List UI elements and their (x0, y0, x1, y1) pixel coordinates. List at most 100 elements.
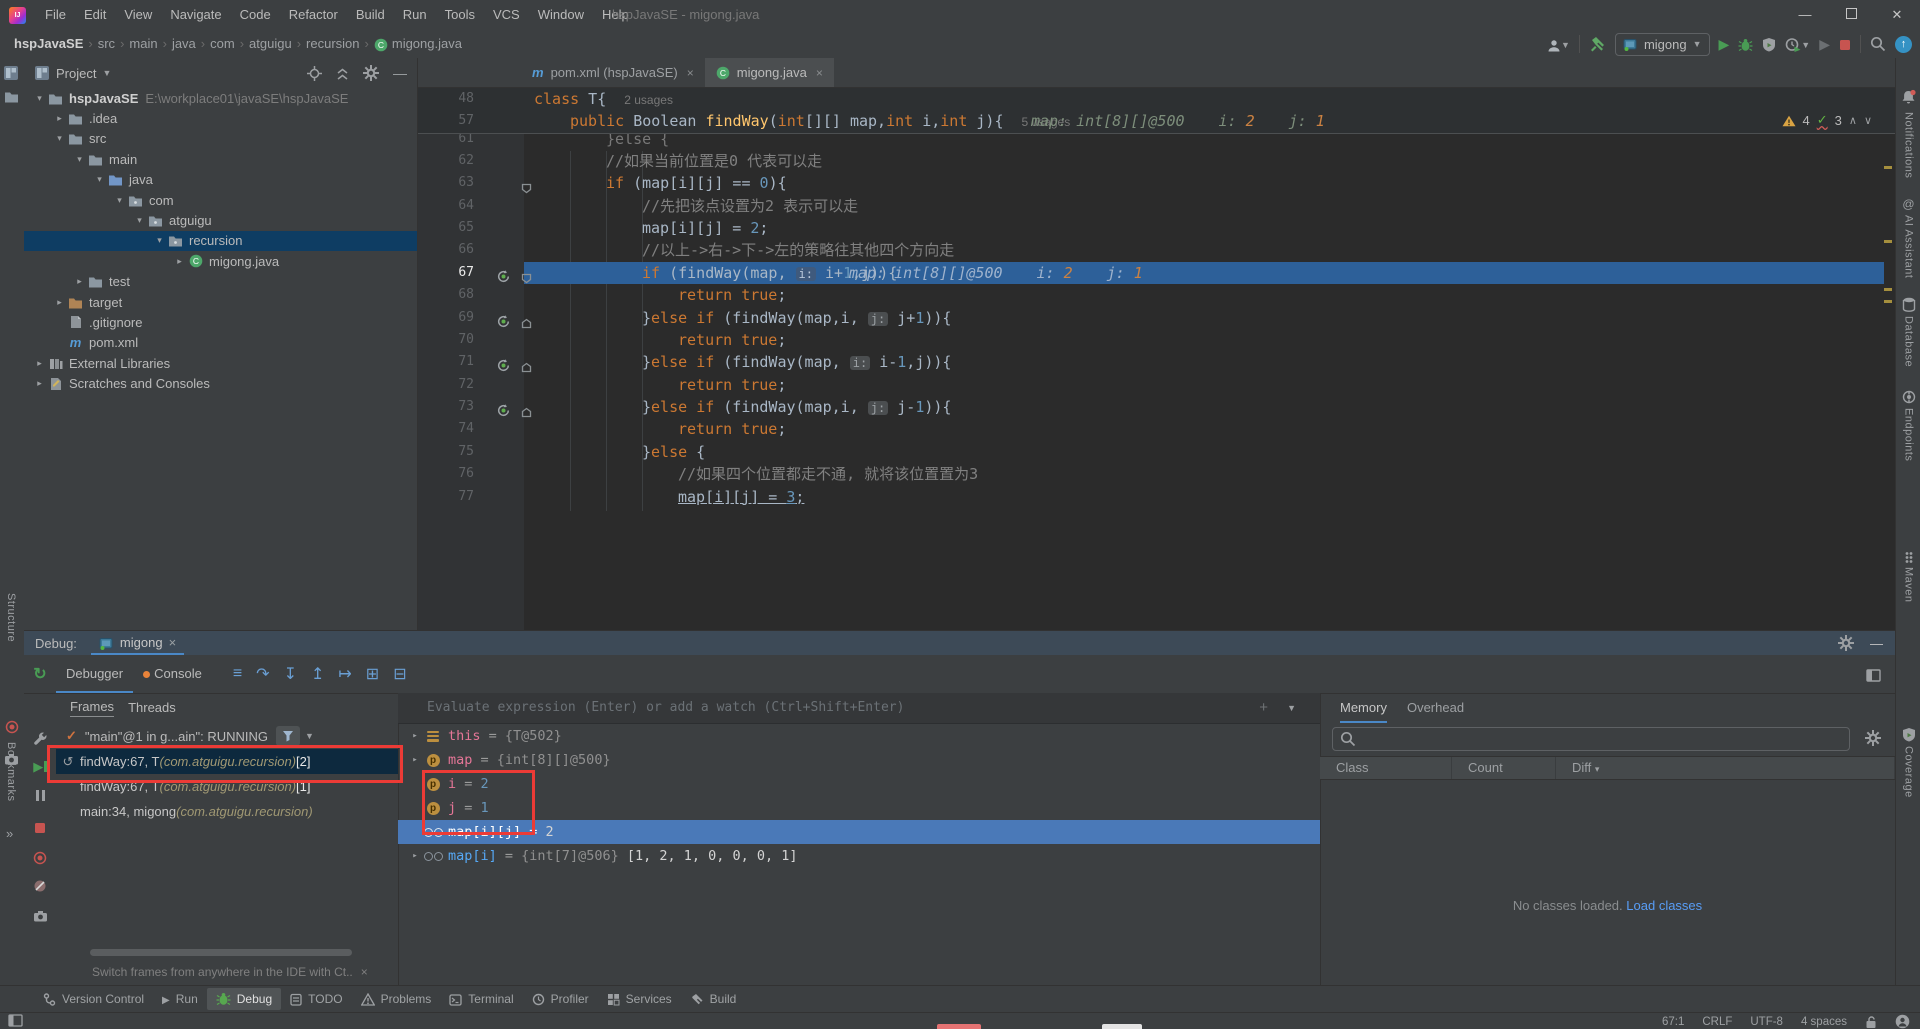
close-icon[interactable]: × (687, 66, 694, 80)
line-number[interactable]: 70 (418, 329, 474, 351)
line-number[interactable]: 68 (418, 284, 474, 306)
thread-selector[interactable]: ✓"main"@1 in g...ain": RUNNING▼ (56, 723, 398, 749)
code-line-77[interactable]: 77map[i][j] = 3; (418, 486, 1896, 508)
layout-menu-icon[interactable]: ≡ (226, 665, 249, 683)
debug-tab-debugger[interactable]: Debugger (56, 655, 133, 693)
chevron-right-icon[interactable]: ▸ (32, 378, 47, 389)
chevron-down-icon[interactable]: ▾ (152, 235, 167, 246)
user-circle-icon[interactable] (1895, 1014, 1910, 1029)
breadcrumb-item[interactable]: com (210, 36, 235, 51)
tree-item-pom-xml[interactable]: mpom.xml (24, 333, 417, 353)
camera-stripe-icon[interactable] (4, 750, 19, 765)
chevron-down-icon[interactable]: ▾ (112, 195, 127, 206)
chevron-right-icon[interactable]: ▸ (52, 297, 67, 308)
breadcrumb-item[interactable]: hspJavaSE (14, 36, 83, 51)
coverage-button[interactable] (1762, 36, 1776, 52)
variable-j[interactable]: pj = 1 (398, 796, 1320, 820)
code-line-57[interactable]: 57public Boolean findWay(int[][] map,int… (418, 110, 1896, 132)
toolwindow-todo[interactable]: TODO (281, 988, 351, 1010)
line-number[interactable]: 77 (418, 486, 474, 508)
menu-edit[interactable]: Edit (75, 0, 115, 30)
code-line-72[interactable]: 72return true; (418, 374, 1896, 396)
line-number[interactable]: 64 (418, 195, 474, 217)
line-number[interactable]: 72 (418, 374, 474, 396)
breadcrumb-item[interactable]: main (129, 36, 157, 51)
folder-stripe-icon[interactable] (4, 88, 19, 103)
stripe-structure[interactable]: Structure (5, 593, 17, 642)
toolwindow-build[interactable]: Build (681, 988, 746, 1010)
chevron-right-icon[interactable]: ▸ (172, 256, 187, 267)
filter-funnel-icon[interactable] (276, 726, 300, 746)
stripe-notifications[interactable]: Notifications (1903, 112, 1915, 178)
usages-hint[interactable]: 2 usages (606, 93, 673, 107)
chevron-down-icon[interactable]: ▾ (132, 215, 147, 226)
layout-settings-icon[interactable] (1866, 666, 1881, 681)
gear-icon[interactable] (1865, 729, 1881, 746)
thread-label[interactable]: "main"@1 in g...ain": RUNNING (85, 729, 268, 744)
maven-dots-icon[interactable] (1904, 548, 1914, 563)
tree-item-scratches-and-consoles[interactable]: ▸Scratches and Consoles (24, 373, 417, 393)
mute-breakpoints-icon[interactable] (24, 877, 56, 893)
build-hammer-icon[interactable] (1589, 36, 1606, 53)
step-over-icon[interactable]: ↷ (249, 664, 276, 684)
variable-map[interactable]: ▸pmap = {int[8][]@500} (398, 748, 1320, 772)
stack-frame[interactable]: ↺findWay:67, T (com.atguigu.recursion) [… (56, 749, 398, 774)
code-line-67[interactable]: 67if (findWay(map, i: i+1,j)){map: int[8… (418, 262, 1896, 284)
view-as-table-icon[interactable]: ⊞ (359, 664, 386, 684)
code-line-71[interactable]: 71}else if (findWay(map, i: i-1,j)){ (418, 351, 1896, 373)
tree-item--gitignore[interactable]: .gitignore (24, 312, 417, 332)
breadcrumb-item[interactable]: recursion (306, 36, 359, 51)
settings-wrench-icon[interactable] (24, 731, 56, 747)
close-icon[interactable]: × (169, 635, 177, 650)
endpoints-icon[interactable] (1902, 388, 1916, 404)
stripe-maven[interactable]: Maven (1903, 567, 1915, 603)
close-button[interactable]: ✕ (1874, 0, 1920, 30)
code-line-73[interactable]: 73}else if (findWay(map,i, j: j-1)){ (418, 396, 1896, 418)
toolwindow-terminal[interactable]: Terminal (440, 988, 522, 1010)
toolwindow-toggle-icon[interactable] (8, 1014, 23, 1027)
chevron-right-icon[interactable]: ▸ (52, 113, 67, 124)
code-line-61[interactable]: 61}else { (418, 134, 1896, 150)
table-settings-icon[interactable]: ⊟ (386, 664, 413, 684)
tree-item-atguigu[interactable]: ▾atguigu (24, 210, 417, 230)
breadcrumb-item[interactable]: java (172, 36, 196, 51)
code-line-68[interactable]: 68return true; (418, 284, 1896, 306)
gear-icon[interactable] (363, 65, 379, 82)
code-line-75[interactable]: 75}else { (418, 441, 1896, 463)
next-issue-icon[interactable]: ∨ (1864, 114, 1872, 127)
menu-run[interactable]: Run (394, 0, 436, 30)
menu-build[interactable]: Build (347, 0, 394, 30)
run-button[interactable]: ▶ (1719, 36, 1730, 53)
line-number[interactable]: 65 (418, 217, 474, 239)
variable-this[interactable]: ▸this = {T@502} (398, 724, 1320, 748)
chevron-down-icon[interactable]: ▾ (32, 93, 47, 104)
menu-refactor[interactable]: Refactor (280, 0, 347, 30)
debug-stripe-icon[interactable] (5, 718, 19, 734)
gear-icon[interactable] (1838, 635, 1854, 652)
line-number[interactable]: 75 (418, 441, 474, 463)
variable-map-i-j-[interactable]: map[i][j] = 2 (398, 820, 1320, 844)
coverage-icon[interactable] (1902, 726, 1916, 742)
stripe-ai-assistant[interactable]: AI Assistant (1903, 215, 1915, 278)
inspections-widget[interactable]: 4✓3∧∨ (1782, 112, 1873, 128)
chevron-right-icon[interactable]: ▸ (32, 358, 47, 369)
line-number[interactable]: 73 (418, 396, 474, 418)
code-line-62[interactable]: 62//如果当前位置是0 代表可以走 (418, 150, 1896, 172)
run-config-select[interactable]: migong▼ (1615, 33, 1710, 56)
indent-style[interactable]: 4 spaces (1801, 1016, 1847, 1028)
toolwindow-profiler[interactable]: Profiler (523, 988, 598, 1010)
chevron-right-icon[interactable]: ▸ (72, 276, 87, 287)
code-line-64[interactable]: 64//先把该点设置为2 表示可以走 (418, 195, 1896, 217)
line-number[interactable]: 57 (418, 110, 474, 132)
tree-item-hspjavase[interactable]: ▾hspJavaSEE:\workplace01\javaSE\hspJavaS… (24, 88, 417, 108)
tree-item-recursion[interactable]: ▾recursion (24, 231, 417, 251)
toolwindow-services[interactable]: Services (598, 988, 681, 1010)
editor-tab-pom.xml[interactable]: mpom.xml (hspJavaSE)× (521, 58, 705, 87)
minimize-button[interactable]: — (1782, 0, 1828, 30)
line-number[interactable]: 74 (418, 418, 474, 440)
tree-item-java[interactable]: ▾java (24, 170, 417, 190)
tree-item-external-libraries[interactable]: ▸External Libraries (24, 353, 417, 373)
stack-frame[interactable]: main:34, migong (com.atguigu.recursion) (56, 799, 398, 824)
debug-button[interactable] (1738, 36, 1753, 52)
prev-issue-icon[interactable]: ∧ (1849, 114, 1857, 127)
